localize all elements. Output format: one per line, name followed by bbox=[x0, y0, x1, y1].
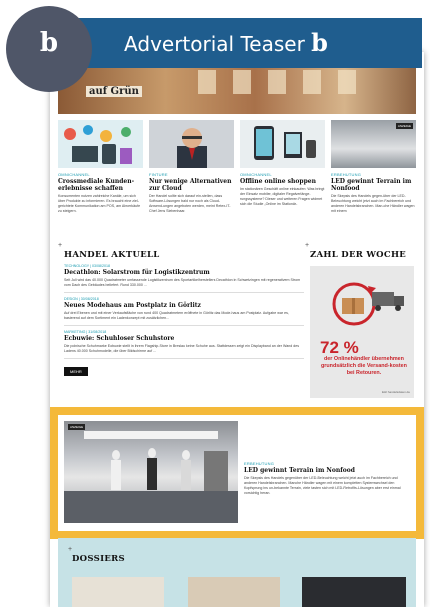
section-title: ZAHL DER WOCHE bbox=[310, 250, 407, 260]
adv-kicker: ERBEHUTUNG bbox=[244, 461, 275, 466]
news-body: Die polnische Schuhmarke Eobuwie stellt … bbox=[64, 344, 299, 353]
more-button[interactable]: MEHR bbox=[64, 367, 88, 376]
mannequins-image bbox=[64, 431, 238, 523]
stat-text: der Onlinehändler übernehmen grundsätzli… bbox=[321, 356, 407, 376]
card-title[interactable]: LED gewinnt Terrain im Nonfood bbox=[331, 178, 416, 192]
teaser-card[interactable]: OMNICHANNEL Offline online shoppen Im st… bbox=[240, 120, 325, 240]
dossiers-section: + DOSSIERS bbox=[58, 538, 416, 607]
dossier-thumb[interactable] bbox=[188, 577, 280, 607]
ad-tag: ANZEIGE bbox=[395, 123, 413, 129]
news-kicker: MARKETING | 31/08/2018 bbox=[64, 330, 107, 334]
dossier-thumb[interactable] bbox=[72, 577, 164, 607]
card-image bbox=[58, 120, 143, 168]
news-item[interactable]: MARKETING | 31/08/2018 Ecbuwie: Schuhlos… bbox=[64, 330, 304, 359]
news-kicker: DESIGN | 30/08/2018 bbox=[64, 297, 99, 301]
banner-title-text: Advertorial Teaser bbox=[124, 32, 305, 56]
card-kicker: OMNICHANNEL bbox=[240, 172, 272, 177]
card-title[interactable]: Nur wenige Alternativen zur Cloud bbox=[149, 178, 234, 192]
card-kicker: FINTURE bbox=[149, 172, 168, 177]
card-title[interactable]: Crossmediale Kunden-erlebnisse schaffen bbox=[58, 178, 143, 192]
advertorial-teaser: ANZEIGE ERBEHUTUNG LED gewinnt Terrain i… bbox=[50, 407, 424, 539]
card-title[interactable]: Offline online shoppen bbox=[240, 178, 325, 185]
news-body: Auf drei Ebenen und mit einer Verkaufsfl… bbox=[64, 311, 289, 320]
news-title[interactable]: Neues Modehaus am Postplatz in Görlitz bbox=[64, 302, 304, 309]
news-title[interactable]: Ecbuwie: Schuhloser Schuhstore bbox=[64, 335, 304, 342]
card-body: Die Skepsis des Handels gegen-über der L… bbox=[331, 194, 415, 213]
delivery-truck-icon bbox=[332, 282, 404, 326]
stat-percent: 72 % bbox=[320, 338, 359, 357]
card-body: Der Handel sollte sich darauf ein-stelle… bbox=[149, 194, 231, 213]
dossier-thumb[interactable] bbox=[302, 577, 406, 607]
card-body: Konsumenten nutzen zahlreiche Kanäle, um… bbox=[58, 194, 141, 213]
card-image bbox=[149, 120, 234, 168]
stat-box[interactable]: 72 % der Onlinehändler übernehmen grunds… bbox=[310, 266, 414, 398]
stat-source: EHI handelsdaten.de bbox=[381, 390, 410, 394]
news-item[interactable]: TECHNOLOGY | 03/08/2018 Decathlon: Solar… bbox=[64, 264, 304, 293]
teaser-card[interactable]: OMNICHANNEL Crossmediale Kunden-erlebnis… bbox=[58, 120, 143, 240]
news-item[interactable]: DESIGN | 30/08/2018 Neues Modehaus am Po… bbox=[64, 297, 304, 326]
portrait-image bbox=[177, 128, 207, 168]
card-image: ANZEIGE bbox=[331, 120, 416, 168]
adv-body: Die Skepsis des Handels gegenüber der LE… bbox=[244, 476, 401, 495]
kiosk-devices-image bbox=[254, 126, 316, 160]
plus-icon: + bbox=[68, 546, 73, 553]
news-body: Seit Juli wird das 40.000 Quadratmeter u… bbox=[64, 278, 301, 287]
badge-letter: b bbox=[39, 28, 59, 58]
hero-caption: auf Grün bbox=[86, 86, 142, 97]
card-kicker: ERBEHUTUNG bbox=[331, 172, 362, 177]
plus-icon: + bbox=[305, 242, 310, 249]
teaser-card[interactable]: ANZEIGE ERBEHUTUNG LED gewinnt Terrain i… bbox=[331, 120, 416, 240]
advertorial-text: ERBEHUTUNG LED gewinnt Terrain im Nonfoo… bbox=[244, 457, 404, 496]
omnichannel-icons-image bbox=[64, 125, 132, 164]
news-kicker: TECHNOLOGY | 03/08/2018 bbox=[64, 264, 111, 268]
store-image: ANZEIGE bbox=[64, 421, 238, 523]
teaser-card[interactable]: FINTURE Nur wenige Alternativen zur Clou… bbox=[149, 120, 234, 240]
advertorial-card[interactable]: ANZEIGE ERBEHUTUNG LED gewinnt Terrain i… bbox=[58, 415, 416, 531]
hero-image[interactable]: auf Grün bbox=[58, 66, 416, 114]
webpage-mockup: auf Grün OMNICHANNEL Crossmediale Kunden… bbox=[50, 52, 424, 607]
adv-title[interactable]: LED gewinnt Terrain im Nonfood bbox=[244, 467, 404, 474]
banner-letter: b bbox=[311, 28, 328, 57]
section-title: DOSSIERS bbox=[72, 554, 125, 564]
badge-circle: b bbox=[6, 6, 92, 92]
news-title[interactable]: Decathlon: Solarstrom für Logistikzentru… bbox=[64, 269, 304, 276]
ad-tag: ANZEIGE bbox=[68, 424, 86, 430]
card-image bbox=[240, 120, 325, 168]
handel-aktuell-section: HANDEL AKTUELL TECHNOLOGY | 03/08/2018 D… bbox=[64, 250, 304, 378]
card-kicker: OMNICHANNEL bbox=[58, 172, 90, 177]
teaser-cards: OMNICHANNEL Crossmediale Kunden-erlebnis… bbox=[58, 120, 416, 240]
plus-icon: + bbox=[58, 242, 63, 249]
card-body: Im stationären Geschäft online einkaufen… bbox=[240, 187, 325, 206]
section-title: HANDEL AKTUELL bbox=[64, 250, 160, 260]
zahl-der-woche-section: ZAHL DER WOCHE 72 % der Onlinehändler üb… bbox=[310, 250, 415, 398]
